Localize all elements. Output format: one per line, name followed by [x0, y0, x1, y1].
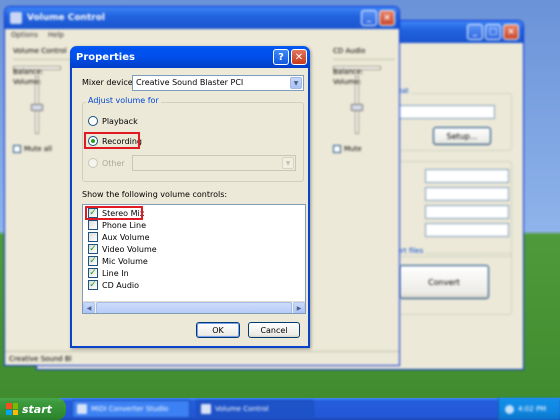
other-label: Other	[102, 158, 125, 168]
volume-slider-thumb[interactable]	[351, 104, 363, 111]
option-field-2[interactable]	[425, 187, 509, 201]
control-label: Mic Volume	[102, 256, 148, 266]
control-video-volume[interactable]: ✓ Video Volume	[88, 244, 157, 254]
control-mic-volume[interactable]: ✓ Mic Volume	[88, 256, 148, 266]
scroll-right-icon[interactable]: ▶	[293, 302, 305, 313]
menu-options[interactable]: Options	[11, 31, 38, 41]
mute-label: Mute	[344, 145, 362, 153]
mixer-device-label: Mixer device:	[82, 78, 136, 87]
start-button[interactable]: start	[0, 398, 66, 420]
volume-tray-icon[interactable]	[505, 404, 514, 414]
system-tray: 4:02 PM	[498, 398, 560, 420]
volume-column-cd: CD Audio Balance: Volume: Mute	[333, 43, 395, 153]
taskbar-item-label: MIDI Converter Studio	[91, 405, 169, 413]
volume-control-title: Volume Control	[27, 13, 105, 23]
volume-controls-list[interactable]: ✓ Stereo Mix Phone Line Aux Volume ✓ Vid…	[82, 204, 306, 314]
start-label: start	[22, 402, 52, 416]
ok-button[interactable]: OK	[196, 322, 240, 338]
taskbar-item-label: Volume Control	[215, 405, 269, 413]
stereo-mix-highlight	[85, 206, 143, 220]
adjust-volume-legend: Adjust volume for	[86, 96, 161, 105]
maximize-icon[interactable]: □	[485, 24, 501, 40]
checkbox-icon	[88, 220, 98, 230]
volume-label: Volume:	[13, 78, 42, 86]
dialog-titlebar: Properties ? ✕	[70, 46, 310, 68]
clock[interactable]: 4:02 PM	[518, 405, 546, 413]
setup-button[interactable]: Setup...	[433, 127, 491, 145]
mute-checkbox[interactable]: Mute	[333, 145, 395, 153]
control-label: Video Volume	[102, 244, 157, 254]
balance-label: Balance:	[13, 68, 44, 76]
playback-label: Playback	[102, 116, 138, 126]
checkbox-checked-icon: ✓	[88, 279, 98, 290]
control-label: Line In	[102, 268, 129, 278]
volume-slider-thumb[interactable]	[31, 104, 43, 111]
control-aux-volume[interactable]: Aux Volume	[88, 232, 150, 242]
convert-button[interactable]: Convert	[399, 265, 489, 299]
speaker-icon	[10, 12, 22, 24]
close-icon[interactable]: ×	[379, 10, 395, 26]
mute-label: Mute all	[24, 145, 52, 153]
checkbox-checked-icon: ✓	[88, 243, 98, 254]
mute-all-checkbox[interactable]: Mute all	[13, 145, 75, 153]
speaker-icon	[201, 404, 211, 414]
show-controls-label: Show the following volume controls:	[82, 190, 228, 199]
radio-icon	[88, 116, 98, 126]
checkbox-icon	[88, 232, 98, 242]
menu-help[interactable]: Help	[48, 31, 64, 41]
dialog-title: Properties	[76, 51, 135, 63]
mixer-device-value: Creative Sound Blaster PCI	[136, 78, 244, 87]
control-label: Aux Volume	[102, 232, 150, 242]
chevron-down-icon[interactable]: ▼	[290, 77, 302, 89]
balance-label: Balance:	[333, 68, 364, 76]
control-cd-audio[interactable]: ✓ CD Audio	[88, 280, 139, 290]
mixer-device-select[interactable]: Creative Sound Blaster PCI ▼	[132, 75, 304, 91]
minimize-icon[interactable]: _	[467, 24, 483, 40]
taskbar-item-volume-control[interactable]: Volume Control	[196, 400, 314, 418]
other-radio[interactable]: Other	[88, 158, 125, 168]
chevron-down-icon[interactable]: ▼	[282, 157, 294, 169]
column-header: CD Audio	[333, 43, 395, 60]
scrollbar-thumb[interactable]	[96, 302, 292, 313]
volume-column-main: Volume Control Balance: Volume: Mute all	[13, 43, 75, 153]
windows-logo-icon	[6, 403, 18, 415]
column-header: Volume Control	[13, 43, 75, 60]
control-label: Phone Line	[102, 220, 146, 230]
close-icon[interactable]: ×	[503, 24, 519, 40]
close-icon[interactable]: ✕	[291, 49, 307, 65]
cancel-button[interactable]: Cancel	[248, 322, 300, 338]
option-field-1[interactable]	[425, 169, 509, 183]
control-line-in[interactable]: ✓ Line In	[88, 268, 129, 278]
playback-radio[interactable]: Playback	[88, 116, 138, 126]
properties-dialog: Properties ? ✕ Mixer device: Creative So…	[70, 46, 310, 348]
control-phone-line[interactable]: Phone Line	[88, 220, 146, 230]
scroll-left-icon[interactable]: ◀	[83, 302, 95, 313]
volume-control-titlebar: Volume Control _ ×	[5, 7, 399, 29]
app-icon	[77, 404, 87, 414]
radio-icon	[88, 158, 98, 168]
other-device-select[interactable]: ▼	[132, 155, 296, 171]
help-icon[interactable]: ?	[273, 49, 289, 65]
checkbox-checked-icon: ✓	[88, 255, 98, 266]
option-field-3[interactable]	[425, 205, 509, 219]
taskbar: start MIDI Converter Studio Volume Contr…	[0, 398, 560, 420]
menu-bar: Options Help	[5, 29, 399, 43]
checkbox-checked-icon: ✓	[88, 267, 98, 278]
volume-label: Volume:	[333, 78, 362, 86]
minimize-icon[interactable]: _	[361, 10, 377, 26]
horizontal-scrollbar[interactable]: ◀ ▶	[83, 301, 305, 313]
recording-highlight	[84, 132, 140, 149]
control-label: CD Audio	[102, 280, 140, 290]
status-bar: Creative Sound Bl	[5, 351, 399, 365]
taskbar-item-midi-converter[interactable]: MIDI Converter Studio	[72, 400, 190, 418]
option-field-4[interactable]	[425, 223, 509, 237]
